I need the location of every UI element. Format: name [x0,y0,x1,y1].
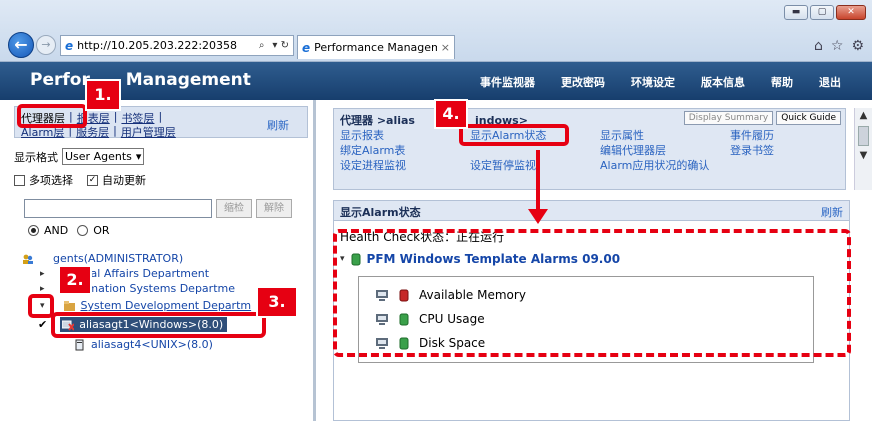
scroll-down-icon[interactable]: ▼ [855,148,872,164]
link-alarm-usage-check[interactable]: Alarm应用状况的确认 [600,157,709,173]
filter-mode-row: AND OR [28,224,110,237]
link-bind-alarm-table[interactable]: 绑定Alarm表 [340,142,405,158]
scrollbar[interactable]: ▲ ▼ [854,108,872,190]
browser-chrome: ▬ ▢ ✕ ← → e http://10.205.203.222:20358 … [0,0,872,62]
display-format-label: 显示格式 [14,150,58,164]
tree-agent-aliasagt4[interactable]: aliasagt4<UNIX>(8.0) [74,338,213,351]
minimize-button[interactable]: ▬ [784,5,808,20]
link-event-history[interactable]: 事件履历 [730,127,774,143]
tab-title: Performance Managem... [314,41,437,54]
link-process-monitor[interactable]: 设定进程监视 [340,157,406,173]
panel-refresh-link[interactable]: 刷新 [821,204,843,220]
and-radio[interactable] [28,225,39,236]
nav-user-management-layer[interactable]: 用户管理层 [121,124,176,140]
scroll-up-icon[interactable]: ▲ [855,108,872,124]
favorites-star-icon[interactable]: ☆ [831,38,844,54]
home-icon[interactable]: ⌂ [814,38,823,54]
multi-select-label: 多项选择 [29,174,73,187]
breadcrumb-left: 代理器 >alias [340,114,415,127]
app-title: Perfor Management [30,70,251,90]
browser-toolbar-icons: ⌂ ☆ ⚙ [814,38,864,54]
browser-tab[interactable]: e Performance Managem... × [297,35,455,59]
and-radio-label: AND [44,224,69,237]
tab-close-icon[interactable]: × [441,41,450,54]
ie-icon: e [65,38,74,53]
folder-group-icon [63,300,75,311]
address-dropdown-refresh-icon[interactable]: ▾ ↻ [272,40,293,51]
filter-row: 缩检 解除 [24,199,292,218]
tree-root[interactable]: gents(ADMINISTRATOR) [22,252,183,265]
agent-label: aliasagt4<UNIX>(8.0) [91,338,213,351]
auto-update-label: 自动更新 [102,174,146,187]
close-window-button[interactable]: ✕ [836,5,866,20]
app-title-part2: Management [119,70,251,90]
options-row: 多项选择 ✓ 自动更新 [14,172,146,188]
clear-filter-button[interactable]: 解除 [256,199,292,218]
menu-change-password[interactable]: 更改密码 [561,74,605,90]
user-group-icon [23,254,33,264]
link-pause-monitor[interactable]: 设定暂停监视 [470,157,536,173]
nav-separator: | [113,124,117,137]
check-icon: ✔ [38,318,48,331]
address-bar[interactable]: e http://10.205.203.222:20358 ⌕ ▾ ↻ [60,35,294,56]
highlight-show-alarm-status [459,124,569,146]
agent-menu-box: 代理器 >alias indows> Display Summary Quick … [333,108,846,190]
link-edit-agent-layer[interactable]: 编辑代理器层 [600,142,666,158]
display-format-select[interactable]: User Agents ▾ [62,148,145,165]
window-controls: ▬ ▢ ✕ [784,5,866,20]
panel-title: 显示Alarm状态 [340,206,421,219]
quick-guide-button[interactable]: Quick Guide [776,111,841,125]
ie-tab-icon: e [302,40,311,55]
highlight-expand-arrow [28,294,54,318]
link-show-properties[interactable]: 显示属性 [600,127,644,143]
app-header: Perfor Management 事件监视器 更改密码 环境设定 版本信息 帮… [0,62,872,100]
callout-step-4: 4. [434,99,468,129]
filter-button[interactable]: 缩检 [216,199,252,218]
filter-input[interactable] [24,199,212,218]
link-show-report[interactable]: 显示报表 [340,127,384,143]
top-menu: 事件监视器 更改密码 环境设定 版本信息 帮助 退出 [480,74,841,90]
or-radio-label: OR [93,224,110,237]
menu-logout[interactable]: 退出 [819,74,841,90]
menu-version-info[interactable]: 版本信息 [701,74,745,90]
callout-step-2: 2. [58,265,92,295]
tree-node-system-development[interactable]: ▾ System Development Departm [40,299,251,312]
left-pane: 代理器层 | 报表层 | 书签层 | Alarm层 | 服务层 | 用户管理层 … [0,100,316,421]
address-url[interactable]: http://10.205.203.222:20358 [77,39,255,52]
tree-root-label: gents(ADMINISTRATOR) [53,252,184,265]
callout-step-3: 3. [256,286,298,318]
maximize-button[interactable]: ▢ [810,5,834,20]
multi-select-checkbox[interactable] [14,174,25,186]
or-radio[interactable] [77,225,89,236]
alarm-status-highlight [333,229,851,357]
callout-step-1: 1. [85,79,121,111]
auto-update-checkbox[interactable]: ✓ [87,174,98,186]
scroll-thumb[interactable] [858,126,869,146]
search-icon[interactable]: ⌕ [259,40,269,51]
display-format-value: User Agents [65,150,132,163]
menu-environment-settings[interactable]: 环境设定 [631,74,675,90]
left-refresh-link[interactable]: 刷新 [267,117,289,133]
crumb-buttons: Display Summary Quick Guide [683,111,841,125]
display-summary-button[interactable]: Display Summary [683,111,774,125]
tree-node-label: System Development Departm [80,299,252,312]
agent-unix-icon [75,339,84,350]
menu-help[interactable]: 帮助 [771,74,793,90]
link-register-bookmark[interactable]: 登录书签 [730,142,774,158]
app-title-part1: Perfor [30,70,90,90]
forward-button[interactable]: → [36,35,56,55]
highlight-selected-agent [51,312,266,338]
panel-header: 显示Alarm状态 刷新 [334,201,849,221]
display-format-row: 显示格式 User Agents ▾ [14,148,145,165]
highlight-agent-layer [17,104,87,128]
expand-arrow-icon[interactable]: ▸ [40,269,45,279]
expand-arrow-icon[interactable]: ▸ [40,284,45,294]
gear-icon[interactable]: ⚙ [851,38,864,54]
chevron-down-icon: ▾ [135,150,142,163]
menu-event-monitor[interactable]: 事件监视器 [480,74,535,90]
back-button[interactable]: ← [8,32,34,58]
